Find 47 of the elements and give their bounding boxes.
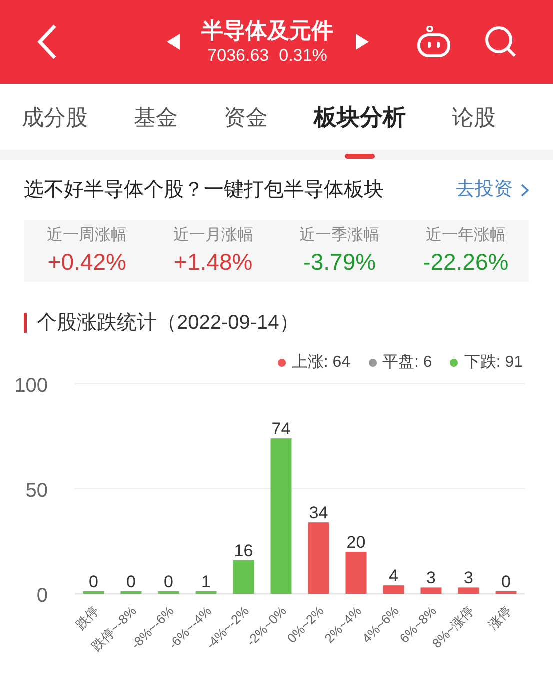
chevron-icon	[521, 184, 529, 196]
bar-value-label: 74	[272, 420, 291, 439]
robot-icon[interactable]	[417, 26, 451, 58]
bar-value-label: 1	[202, 572, 211, 592]
search-icon[interactable]	[485, 26, 517, 58]
stat-value: -22.26%	[423, 248, 509, 277]
bar-value-label: 3	[426, 568, 436, 588]
tab-underline	[345, 154, 375, 159]
sector-price: 7036.63	[208, 45, 270, 67]
stat-label: 近一年涨幅	[426, 226, 506, 246]
tab[interactable]: 资金	[224, 97, 268, 137]
bar-value-label: 3	[464, 568, 474, 588]
bar-value-label: 0	[89, 572, 98, 592]
bar-value-label: 34	[309, 504, 328, 523]
tab[interactable]: 基金	[134, 97, 178, 137]
bar-value-label: 0	[126, 572, 136, 592]
section-marker	[24, 313, 27, 333]
previous-icon[interactable]	[166, 34, 180, 50]
bar-value-label: 16	[234, 541, 254, 560]
bar-value-label: 4	[389, 566, 398, 586]
stat-label: 近一月涨幅	[173, 226, 254, 246]
stat-value: +0.42%	[48, 248, 126, 277]
bar-value-label: 0	[502, 572, 511, 592]
bar-value-label: 0	[164, 572, 174, 592]
back-icon[interactable]	[36, 24, 58, 60]
stat-value: -3.79%	[303, 248, 376, 277]
x-tick-label: 涨停	[485, 604, 514, 632]
legend-label: 上涨: 64	[292, 352, 351, 373]
y-tick-label: 100	[14, 375, 48, 397]
bar-value-label: 20	[346, 533, 366, 552]
section-title: 个股涨跌统计（2022-09-14）	[37, 311, 300, 336]
stat-label: 近一周涨幅	[47, 226, 128, 246]
sector-title: 半导体及元件	[202, 17, 334, 45]
invest-link[interactable]: 去投资	[456, 176, 529, 204]
tab[interactable]: 论股	[452, 97, 496, 137]
tab[interactable]: 板块分析	[314, 97, 406, 137]
legend-label: 下跌: 91	[464, 353, 523, 373]
stat-label: 近一季涨幅	[300, 226, 380, 246]
sector-change: 0.31%	[279, 45, 328, 67]
x-tick-label: 跌停	[72, 604, 102, 632]
y-tick-label: 50	[26, 480, 48, 502]
promo-text: 选不好半导体个股？一键打包半导体板块	[24, 178, 384, 203]
next-icon[interactable]	[356, 34, 368, 50]
y-tick-label: 0	[36, 585, 48, 607]
tab[interactable]: 成分股	[22, 97, 88, 137]
stat-value: +1.48%	[174, 248, 253, 277]
legend-label: 平盘: 6	[382, 353, 432, 373]
